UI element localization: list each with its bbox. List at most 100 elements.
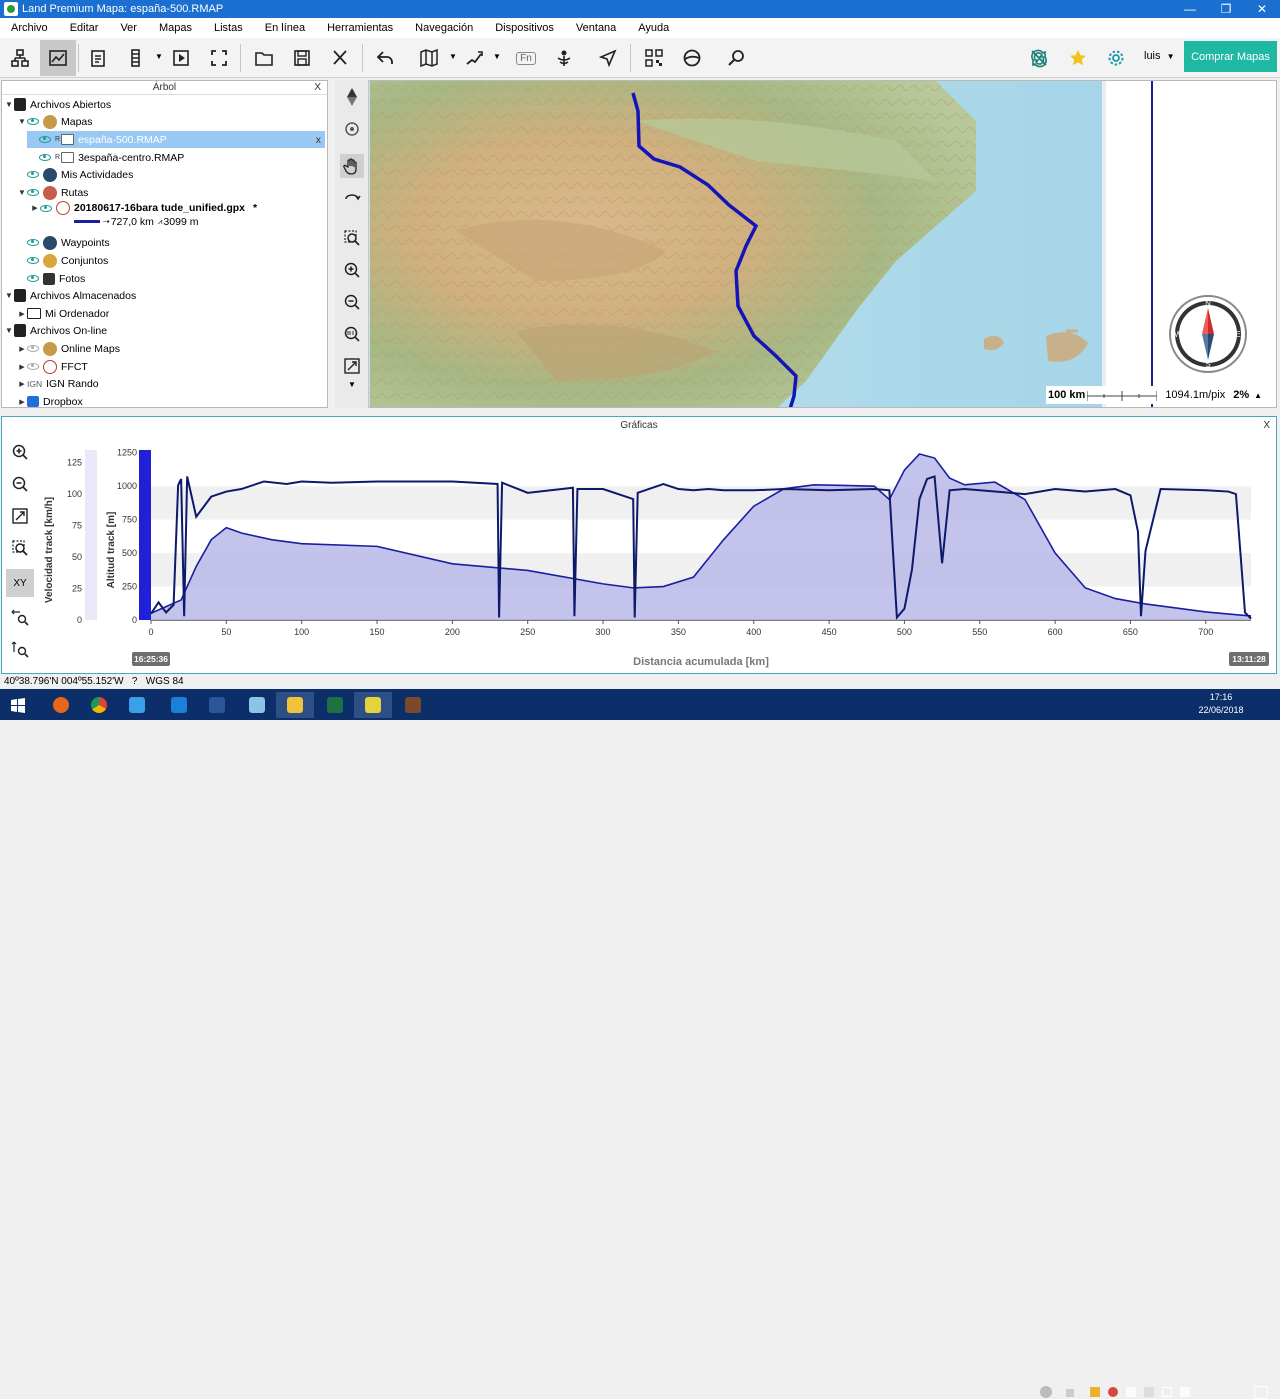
rotate-button[interactable] [340, 187, 364, 211]
minimize-button[interactable]: — [1172, 0, 1208, 18]
clipboard-button[interactable] [80, 40, 116, 76]
windows-start-button[interactable] [2, 692, 34, 718]
taskbar-notes[interactable] [238, 692, 276, 718]
map-canvas[interactable] [336, 81, 1277, 408]
favorites-button[interactable] [1060, 40, 1096, 76]
expand-arrow-icon[interactable]: ▶ [17, 363, 27, 371]
sync-off-button[interactable] [1021, 40, 1057, 76]
network-icon[interactable] [1162, 1387, 1172, 1397]
taskbar-game[interactable] [394, 692, 432, 718]
tray-icon[interactable] [1144, 1387, 1154, 1397]
fit-view-button[interactable] [340, 354, 364, 378]
zoom-caret[interactable]: ▲ [1254, 391, 1262, 400]
taskbar-firefox[interactable] [42, 692, 80, 718]
menu-en-linea[interactable]: En línea [254, 22, 316, 34]
chart-zoom-xy-button[interactable]: XY [6, 569, 34, 597]
visibility-eye-icon[interactable] [40, 204, 52, 212]
tree-node-online-maps[interactable]: ▶ Online Maps [17, 340, 120, 357]
help-marker[interactable]: ? [132, 676, 138, 687]
signal-button[interactable] [546, 40, 582, 76]
tree-node-espana-centro[interactable]: R 3españa-centro.RMAP [27, 149, 184, 166]
qr-button[interactable] [636, 40, 672, 76]
zoom-in-button[interactable] [340, 258, 364, 282]
taskbar-mail[interactable] [118, 692, 156, 718]
menu-mapas[interactable]: Mapas [148, 22, 203, 34]
visibility-eye-icon[interactable] [27, 345, 39, 352]
taskbar-chrome[interactable] [80, 692, 118, 718]
chart-zoom-area-button[interactable] [6, 534, 34, 562]
taskbar-land[interactable] [354, 692, 392, 718]
visibility-eye-icon[interactable] [39, 136, 51, 143]
fullscreen-button[interactable] [201, 40, 237, 76]
search-button[interactable] [719, 40, 755, 76]
collapse-arrow-icon[interactable]: ▼ [4, 326, 14, 335]
locate-button[interactable] [340, 117, 364, 141]
visibility-eye-icon[interactable] [39, 154, 51, 161]
volume-icon[interactable] [1180, 1387, 1190, 1397]
more-tools-caret[interactable]: ▼ [340, 378, 364, 390]
visibility-eye-icon[interactable] [27, 363, 39, 370]
menu-herramientas[interactable]: Herramientas [316, 22, 404, 34]
chart-zoom-out-button[interactable] [6, 470, 34, 498]
navigate-button[interactable] [590, 40, 626, 76]
layers-button[interactable] [118, 40, 154, 76]
tree-node-mi-ordenador[interactable]: ▶ Mi Ordenador [17, 305, 109, 322]
north-up-button[interactable] [340, 85, 364, 109]
cut-button[interactable] [322, 40, 358, 76]
charts-view-button[interactable] [40, 40, 76, 76]
tree-node-waypoints[interactable]: Waypoints [17, 234, 110, 251]
visibility-eye-icon[interactable] [27, 189, 39, 196]
map-view[interactable] [335, 80, 1277, 408]
menu-dispositivos[interactable]: Dispositivos [484, 22, 565, 34]
tray-icon[interactable] [1066, 1389, 1074, 1397]
tree-node-dropbox[interactable]: ▶ Dropbox [17, 393, 82, 410]
collapse-arrow-icon[interactable]: ▼ [4, 291, 14, 300]
chart-zoom-y-button[interactable] [6, 635, 34, 663]
map-button[interactable] [411, 40, 447, 76]
zoom-100-button[interactable] [340, 322, 364, 346]
taskbar-word[interactable] [198, 692, 236, 718]
close-map-button[interactable]: x [316, 134, 321, 146]
layers-dropdown-caret[interactable]: ▼ [155, 52, 163, 61]
people-icon[interactable] [1040, 1386, 1052, 1398]
user-menu[interactable]: luis ▼ [1144, 50, 1175, 62]
notifications-icon[interactable] [1254, 1386, 1268, 1399]
play-button[interactable] [163, 40, 199, 76]
chart-fit-button[interactable] [6, 502, 34, 530]
tray-icon[interactable] [1108, 1387, 1118, 1397]
charts-panel-close-button[interactable]: X [1263, 417, 1270, 434]
visibility-eye-icon[interactable] [27, 257, 39, 264]
route-dropdown-caret[interactable]: ▼ [493, 52, 501, 61]
taskbar-explorer[interactable] [160, 692, 198, 718]
open-folder-button[interactable] [246, 40, 282, 76]
buy-maps-button[interactable]: Comprar Mapas [1184, 41, 1277, 72]
collapse-arrow-icon[interactable]: ▼ [17, 117, 27, 126]
tree-node-fotos[interactable]: Fotos [17, 270, 85, 287]
tray-icon[interactable] [1126, 1387, 1136, 1397]
tree-node-mis-actividades[interactable]: Mis Actividades [17, 166, 133, 183]
tree-node-archivos-abiertos[interactable]: ▼ Archivos Abiertos [4, 96, 111, 113]
disc-button[interactable] [674, 40, 710, 76]
visibility-eye-icon[interactable] [27, 239, 39, 246]
expand-arrow-icon[interactable]: ▶ [17, 398, 27, 406]
taskbar-excel[interactable] [316, 692, 354, 718]
zoom-out-button[interactable] [340, 290, 364, 314]
zoom-area-button[interactable] [340, 226, 364, 250]
menu-ver[interactable]: Ver [109, 22, 148, 34]
expand-arrow-icon[interactable]: ▶ [17, 345, 27, 353]
taskbar-file-explorer[interactable] [276, 692, 314, 718]
expand-arrow-icon[interactable]: ▶ [17, 380, 27, 388]
save-button[interactable] [284, 40, 320, 76]
menu-ayuda[interactable]: Ayuda [627, 22, 680, 34]
route-button[interactable] [456, 40, 492, 76]
visibility-eye-icon[interactable] [27, 171, 39, 178]
settings-button[interactable] [1098, 40, 1134, 76]
tree-panel-close-button[interactable]: X [314, 81, 321, 95]
menu-editar[interactable]: Editar [59, 22, 110, 34]
taskbar-clock[interactable]: 17:16 22/06/2018 [1196, 691, 1246, 717]
maximize-button[interactable]: ❐ [1208, 0, 1244, 18]
map-zoom-level[interactable]: 2% [1233, 389, 1249, 401]
tree-node-conjuntos[interactable]: Conjuntos [17, 252, 108, 269]
collapse-arrow-icon[interactable]: ▼ [17, 188, 27, 197]
tree-node-ign-rando[interactable]: ▶ IGN IGN Rando [17, 375, 98, 392]
